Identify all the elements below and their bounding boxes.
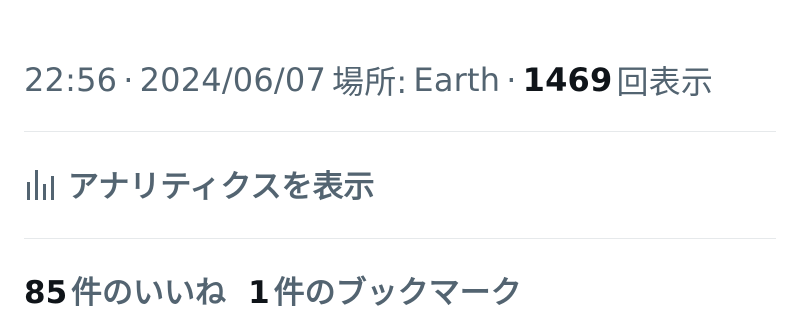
likes-label: 件のいいね	[71, 274, 227, 311]
bookmarks-label: 件のブックマーク	[273, 274, 522, 311]
location-prefix: 場所:	[332, 63, 408, 101]
post-location[interactable]: Earth	[413, 61, 500, 99]
engagement-stats-row: 85 件のいいね 1 件のブックマーク	[24, 262, 776, 316]
meta-separator: ·	[123, 61, 134, 99]
post-date[interactable]: 2024/06/07	[140, 61, 326, 99]
likes-count: 85	[24, 274, 68, 311]
divider-bottom	[24, 238, 776, 239]
likes-stat[interactable]: 85 件のいいね	[24, 267, 226, 312]
bookmarks-count: 1	[248, 274, 270, 311]
view-analytics-link[interactable]: アナリティクスを表示	[24, 156, 776, 210]
views-label: 回表示	[616, 63, 714, 101]
views-count: 1469	[522, 61, 613, 99]
bookmarks-stat[interactable]: 1 件のブックマーク	[248, 267, 522, 312]
divider-top	[24, 131, 776, 132]
post-time[interactable]: 22:56	[24, 61, 117, 99]
meta-separator-2: ·	[506, 61, 517, 99]
bar-chart-icon	[27, 170, 54, 200]
view-analytics-label: アナリティクスを表示	[68, 168, 375, 205]
post-meta-row: 22:56 · 2024/06/07 場所: Earth · 1469 回表示	[24, 52, 776, 108]
